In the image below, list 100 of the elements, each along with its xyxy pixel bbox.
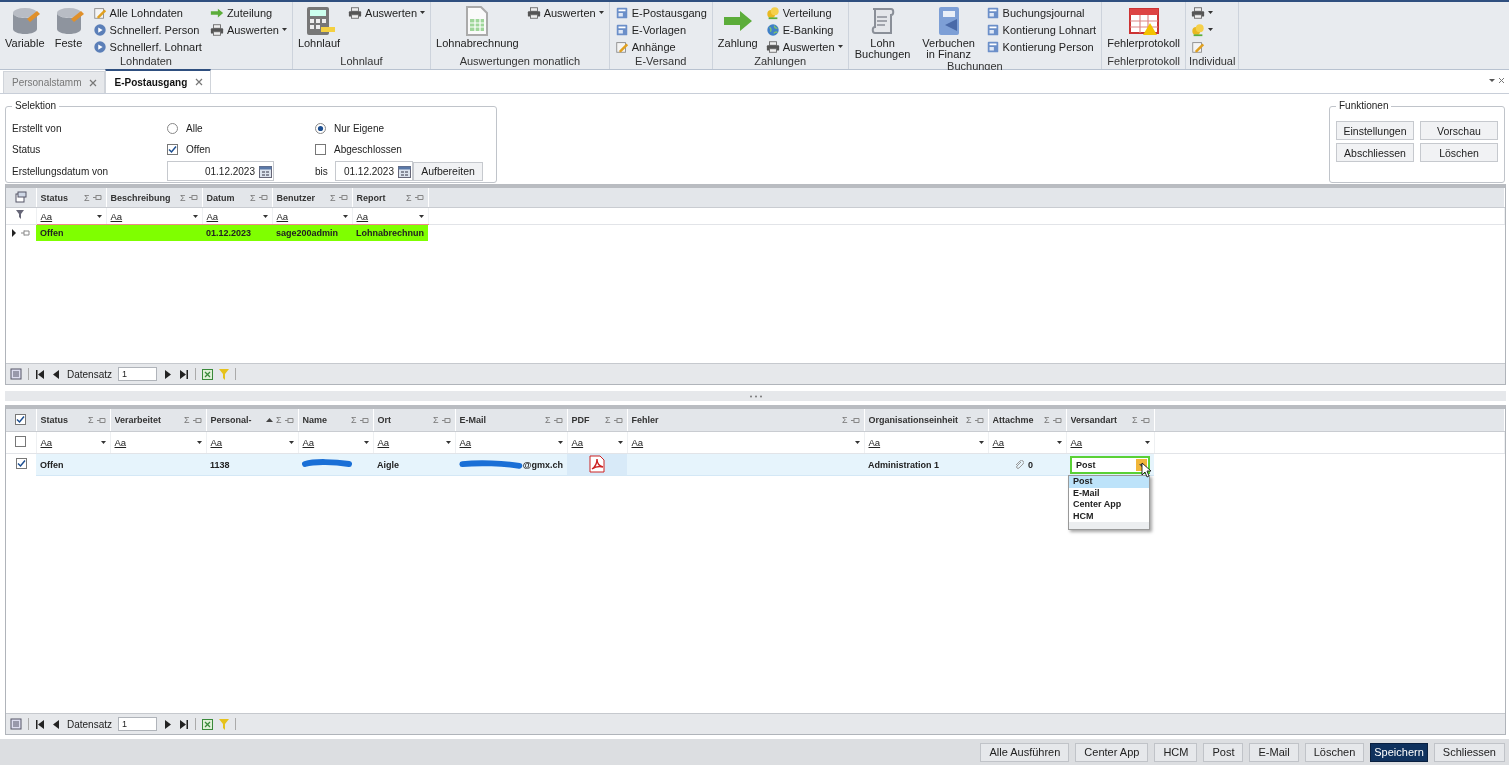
ribbon-button[interactable]: Zahlung [715, 2, 760, 49]
resize-grip[interactable] [1069, 522, 1149, 529]
footer-button[interactable]: Löschen [1304, 742, 1365, 762]
last-record-icon[interactable] [179, 369, 190, 379]
ribbon-button[interactable]: E-Postausgang [612, 4, 709, 21]
radio-icon[interactable] [315, 122, 326, 134]
filter-field[interactable]: Aa [272, 207, 352, 225]
pin-icon[interactable] [284, 416, 294, 424]
ribbon-button[interactable]: Lohn Buchungen [851, 2, 914, 60]
ribbon-button[interactable]: Anhänge [612, 38, 709, 55]
footer-button[interactable]: Alle Ausführen [980, 742, 1070, 762]
filter-field[interactable]: Aa [202, 207, 272, 225]
footer-button[interactable]: E-Mail [1249, 742, 1299, 762]
filter-field[interactable]: Aa [106, 207, 202, 225]
sum-button[interactable]: Σ [275, 415, 282, 425]
ribbon-button[interactable]: Lohnabrechnung [434, 2, 521, 49]
sum-button[interactable]: Σ [841, 415, 848, 425]
filter-field[interactable]: Aa [206, 431, 298, 454]
prepare-button[interactable]: Aufbereiten [413, 161, 483, 181]
function-button[interactable]: Vorschau [1420, 121, 1498, 140]
first-record-icon[interactable] [35, 369, 45, 379]
dropdown-field[interactable]: Post [1070, 455, 1150, 474]
pin-icon[interactable] [613, 416, 623, 424]
spreadsheet-export-icon[interactable] [202, 368, 214, 380]
sum-button[interactable]: Σ [965, 415, 972, 425]
pin-icon[interactable] [338, 194, 348, 201]
sum-button[interactable]: Σ [183, 415, 190, 425]
checkbox[interactable] [167, 143, 178, 155]
sum-button[interactable]: Σ [350, 415, 357, 425]
document-tab[interactable]: Personalstamm [3, 71, 106, 93]
column-header[interactable]: Datum Σ [202, 188, 272, 208]
filter-field[interactable]: Aa [298, 431, 373, 454]
filter-field[interactable]: Aa [373, 431, 455, 454]
record-number-field[interactable]: 1 [118, 367, 158, 381]
ribbon-button[interactable]: Zuteilung [207, 4, 289, 21]
footer-button[interactable]: Center App [1075, 742, 1149, 762]
column-header[interactable]: E-Mail Σ [455, 409, 567, 432]
date-field[interactable]: 01.12.2023 [167, 161, 274, 181]
filter-field[interactable]: Aa [1066, 431, 1154, 454]
sum-button[interactable]: Σ [329, 192, 336, 203]
ribbon-button[interactable]: Auswerten [207, 21, 289, 38]
dropdown-option[interactable]: Post [1069, 476, 1149, 488]
column-header[interactable]: Status Σ [36, 409, 110, 432]
filter-field[interactable]: Aa [988, 431, 1066, 454]
filter-field[interactable]: Aa [455, 431, 567, 454]
pdf-icon[interactable] [589, 454, 605, 473]
ribbon-button[interactable]: Feste [50, 2, 87, 49]
dropdown-option[interactable]: Center App [1069, 499, 1149, 511]
date-field[interactable]: 01.12.2023 [335, 161, 413, 181]
column-header[interactable]: Organisationseinheit Σ [864, 409, 988, 432]
pin-icon[interactable] [96, 416, 106, 424]
filter-field[interactable]: Aa [110, 431, 206, 454]
column-header[interactable]: Versandart Σ [1066, 409, 1154, 432]
pin-icon[interactable] [974, 416, 984, 424]
pin-icon[interactable] [192, 416, 202, 424]
ribbon-button[interactable]: Variable [3, 2, 47, 49]
grid-menu-icon[interactable] [10, 718, 22, 730]
splitter-handle[interactable] [5, 391, 1506, 401]
ribbon-button[interactable]: E-Vorlagen [612, 21, 709, 38]
filter-checkbox[interactable] [15, 436, 27, 447]
sum-button[interactable]: Σ [179, 192, 186, 203]
function-button[interactable]: Einstellungen [1336, 121, 1414, 140]
pin-icon[interactable] [414, 194, 424, 201]
column-header[interactable]: Ort Σ [373, 409, 455, 432]
record-number-field[interactable]: 1 [118, 717, 158, 731]
tab-menu-icon[interactable] [1489, 77, 1505, 85]
pin-icon[interactable] [553, 416, 563, 424]
column-header[interactable]: Fehler Σ [627, 409, 864, 432]
column-header[interactable]: Attachme Σ [988, 409, 1066, 432]
sum-button[interactable]: Σ [544, 415, 551, 425]
column-header[interactable]: Name Σ [298, 409, 373, 432]
pin-icon[interactable] [359, 416, 369, 424]
filter-icon[interactable] [15, 210, 26, 220]
sum-button[interactable]: Σ [1043, 415, 1050, 425]
footer-button[interactable]: Post [1203, 742, 1244, 762]
ribbon-button[interactable]: Kontierung Person [983, 38, 1099, 55]
calendar-icon[interactable] [259, 164, 272, 178]
sum-button[interactable]: Σ [249, 192, 256, 203]
ribbon-button[interactable]: Fehlerprotokoll [1105, 2, 1182, 49]
next-record-icon[interactable] [163, 369, 174, 379]
filter-field[interactable]: Aa [567, 431, 627, 454]
column-header[interactable]: Benutzer Σ [272, 188, 352, 208]
document-tab[interactable]: E-Postausgang [105, 69, 212, 93]
column-chooser-icon[interactable] [14, 190, 27, 203]
filter-field[interactable]: Aa [627, 431, 864, 454]
radio-option[interactable]: Nur Eigene [315, 119, 413, 137]
select-all-checkbox[interactable] [15, 413, 27, 425]
next-record-icon[interactable] [163, 719, 174, 729]
filter-field[interactable]: Aa [36, 431, 110, 454]
grid-menu-icon[interactable] [10, 368, 22, 380]
previous-record-icon[interactable] [51, 719, 61, 729]
column-header[interactable]: PDF Σ [567, 409, 627, 432]
sum-button[interactable]: Σ [405, 192, 412, 203]
filter-field[interactable]: Aa [36, 207, 106, 225]
dropdown-option[interactable]: HCM [1069, 510, 1149, 522]
close-icon[interactable] [89, 78, 98, 87]
ribbon-button[interactable]: Verteilung [763, 4, 845, 21]
last-record-icon[interactable] [179, 719, 190, 729]
spreadsheet-export-icon[interactable] [202, 718, 214, 730]
ribbon-button[interactable]: Auswerten [524, 4, 606, 21]
